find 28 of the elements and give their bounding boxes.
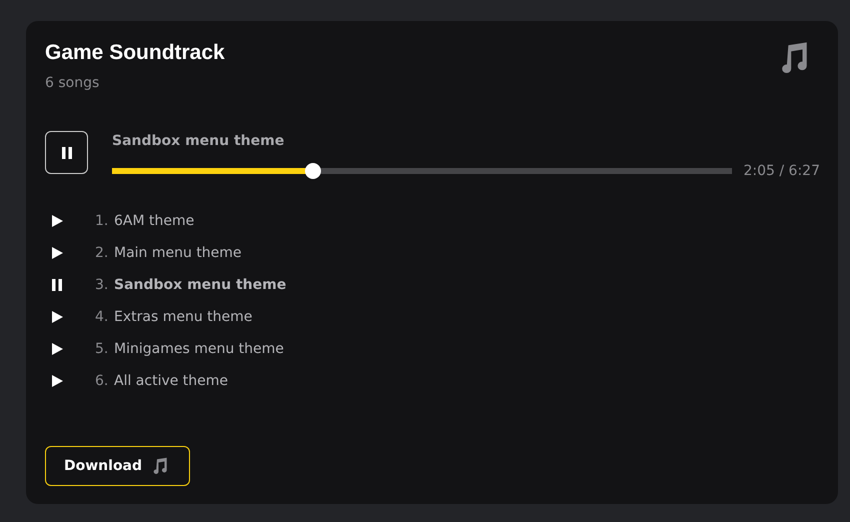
track-title[interactable]: Minigames menu theme — [114, 341, 284, 357]
slider-thumb[interactable] — [304, 163, 321, 179]
track-title[interactable]: Sandbox menu theme — [114, 277, 286, 293]
track-number: 4. — [95, 309, 110, 325]
track-title[interactable]: Main menu theme — [114, 245, 242, 261]
track-title[interactable]: All active theme — [114, 373, 228, 389]
track-title[interactable]: Extras menu theme — [114, 309, 252, 325]
progress-slider[interactable] — [112, 163, 732, 179]
play-icon[interactable] — [52, 311, 63, 323]
music-note-icon — [151, 457, 170, 475]
track-number: 3. — [95, 277, 110, 293]
pause-icon — [62, 146, 72, 158]
track-number: 6. — [95, 373, 110, 389]
album-title: Game Soundtrack — [45, 41, 225, 65]
download-button[interactable]: Download — [45, 446, 190, 486]
pause-icon[interactable] — [52, 279, 62, 291]
now-playing-title: Sandbox menu theme — [112, 133, 286, 149]
track-number: 1. — [95, 213, 110, 229]
track-number: 5. — [95, 341, 110, 357]
song-count: 6 songs — [45, 75, 100, 91]
play-icon[interactable] — [52, 215, 63, 227]
play-icon[interactable] — [52, 247, 63, 259]
track-number: 2. — [95, 245, 110, 261]
track-title[interactable]: 6AM theme — [114, 213, 194, 229]
play-icon[interactable] — [52, 343, 63, 355]
play-icon[interactable] — [52, 375, 63, 387]
pause-button[interactable] — [45, 131, 88, 174]
time-label: 2:05 / 6:27 — [744, 163, 820, 179]
